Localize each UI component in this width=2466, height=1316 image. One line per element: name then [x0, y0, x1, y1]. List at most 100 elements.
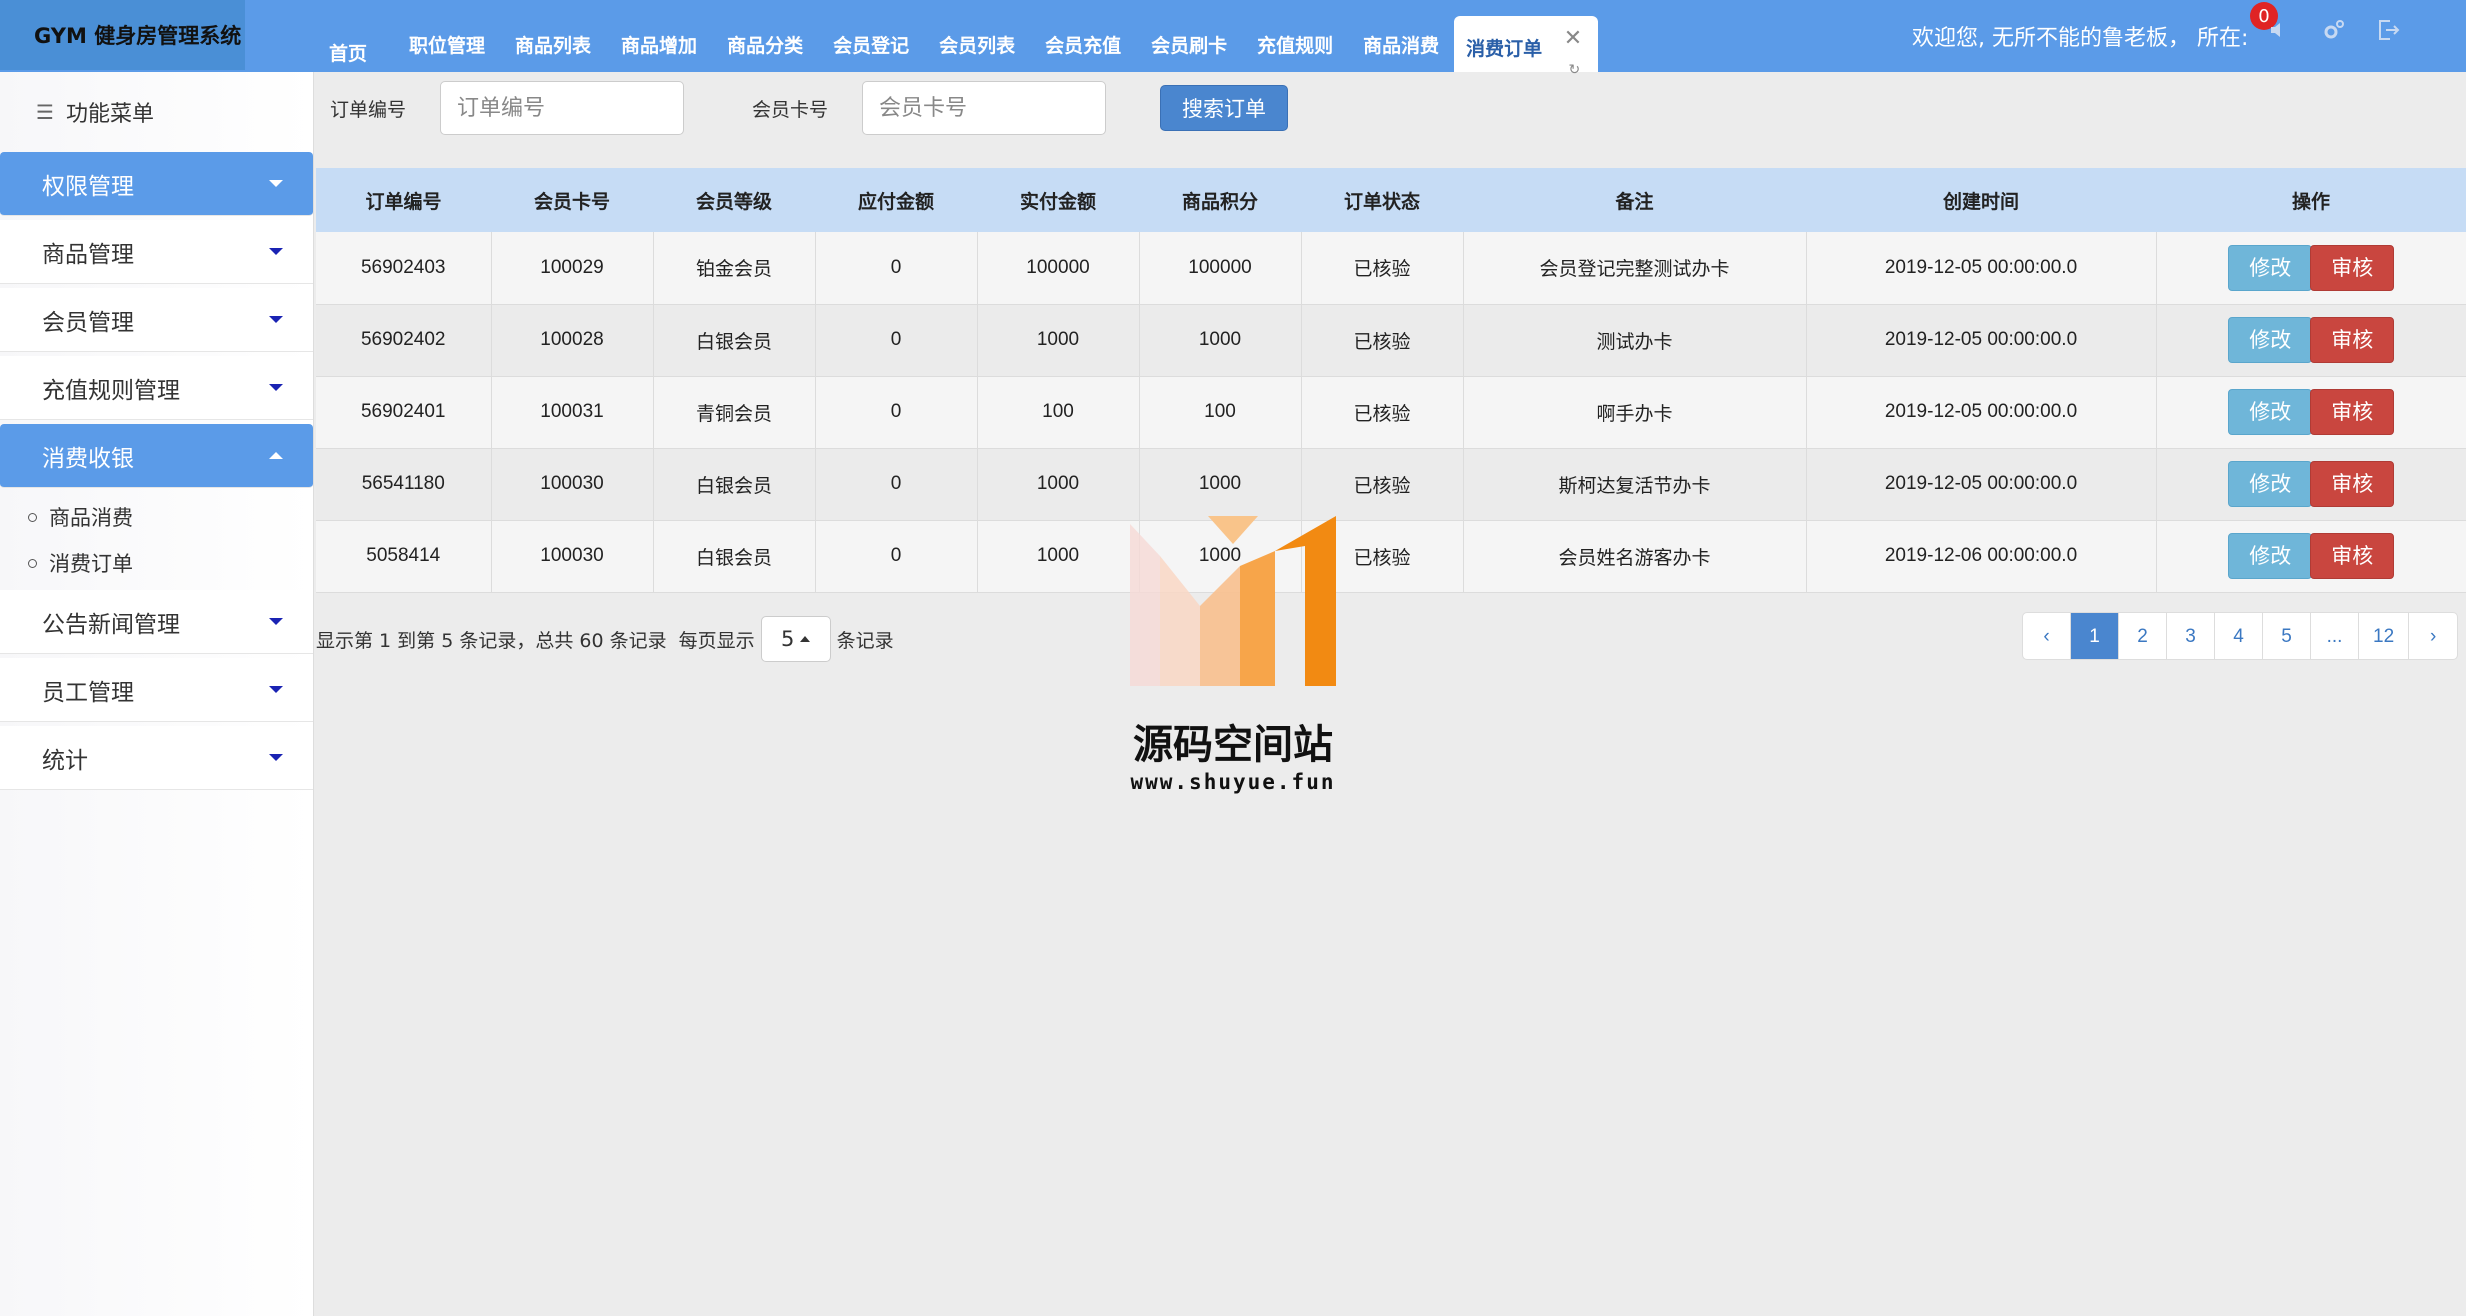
- edit-button[interactable]: 修改: [2228, 533, 2313, 579]
- top-icons: [2266, 16, 2402, 44]
- sidebar-item-statistics[interactable]: 统计: [0, 726, 313, 790]
- watermark-logo: [1130, 516, 1336, 686]
- sidebar-item-permissions[interactable]: 权限管理: [0, 152, 313, 216]
- column-header: 备注: [1615, 190, 1654, 213]
- cell-actions: 修改 审核: [2156, 232, 2466, 305]
- pagination-suffix: 条记录: [836, 629, 894, 652]
- page-1[interactable]: 1: [2071, 613, 2119, 659]
- audit-button[interactable]: 审核: [2310, 317, 2395, 363]
- cell-amount-due: 0: [815, 376, 978, 449]
- cell-remark: 会员登记完整测试办卡: [1463, 232, 1807, 305]
- column-header: 操作: [2291, 190, 2330, 213]
- audit-button[interactable]: 审核: [2310, 389, 2395, 435]
- page-size-select[interactable]: 5: [760, 616, 831, 662]
- cell-status: 已核验: [1301, 232, 1464, 305]
- caret-down-icon: [269, 316, 283, 323]
- tab-home[interactable]: 首页: [314, 39, 382, 72]
- cell-order-number: 56541180: [316, 448, 492, 521]
- audit-button[interactable]: 审核: [2310, 244, 2395, 291]
- tab-member-swipe[interactable]: 会员刷卡: [1136, 31, 1242, 72]
- column-header: 创建时间: [1942, 190, 2019, 213]
- cell-card-number: 100030: [491, 520, 654, 593]
- sidebar-item-label: 权限管理: [42, 173, 134, 200]
- page-3[interactable]: 3: [2167, 613, 2215, 659]
- cell-order-number: 56902403: [316, 232, 492, 305]
- cell-amount-paid: 100000: [977, 232, 1140, 305]
- cell-actions: 修改 审核: [2156, 376, 2466, 449]
- tab-member-list[interactable]: 会员列表: [924, 31, 1030, 72]
- search-bar: 订单编号 会员卡号 搜索订单: [330, 80, 1289, 136]
- page-4[interactable]: 4: [2215, 613, 2263, 659]
- sidebar-item-announcements[interactable]: 公告新闻管理: [0, 590, 313, 654]
- top-bar: GYM 健身房管理系统 首页 职位管理 商品列表 商品增加 商品分类 会员登记 …: [0, 0, 2466, 78]
- audit-button[interactable]: 审核: [2310, 461, 2395, 507]
- logout-icon[interactable]: [2374, 16, 2402, 44]
- cell-order-number: 56902402: [316, 304, 492, 377]
- tab-product-category[interactable]: 商品分类: [712, 31, 818, 72]
- cell-order-number: 56902401: [316, 376, 492, 449]
- page-ellipsis: ...: [2311, 613, 2359, 659]
- cell-remark: 啊手办卡: [1463, 376, 1807, 449]
- tab-consume-orders[interactable]: 消费订单 ✕ ↻: [1454, 16, 1599, 78]
- sidebar-subitem-label: 商品消费: [49, 506, 133, 530]
- menu-title-label: 功能菜单: [65, 102, 154, 127]
- menu-title: ☰ 功能菜单: [0, 72, 313, 152]
- cell-points: 1000: [1139, 304, 1302, 377]
- cell-amount-paid: 1000: [977, 520, 1140, 593]
- gear-icon[interactable]: [2320, 16, 2348, 44]
- cell-member-level: 铂金会员: [653, 232, 816, 305]
- sidebar-item-label: 公告新闻管理: [42, 611, 180, 638]
- bullet-icon: [28, 512, 37, 522]
- tab-position[interactable]: 职位管理: [394, 31, 500, 72]
- caret-up-icon: [269, 452, 283, 459]
- sidebar-subitem-product-consume[interactable]: 商品消费: [0, 494, 313, 540]
- tab-member-register[interactable]: 会员登记: [818, 31, 924, 72]
- caret-down-icon: [269, 384, 283, 391]
- cell-member-level: 青铜会员: [653, 376, 816, 449]
- tab-product-consume[interactable]: 商品消费: [1348, 31, 1454, 72]
- cell-status: 已核验: [1301, 304, 1464, 377]
- cell-amount-due: 0: [815, 304, 978, 377]
- card-number-input[interactable]: [862, 81, 1107, 135]
- page-prev[interactable]: ‹: [2023, 613, 2071, 659]
- refresh-icon[interactable]: ↻: [1568, 62, 1580, 78]
- cell-card-number: 100029: [491, 232, 654, 305]
- close-icon[interactable]: ✕: [1564, 26, 1582, 51]
- edit-button[interactable]: 修改: [2228, 461, 2313, 507]
- page-size-value: 5: [780, 627, 795, 651]
- pagination-summary: 显示第 1 到第 5 条记录，总共 60 条记录 每页显示 5 条记录: [316, 616, 894, 662]
- page-5[interactable]: 5: [2263, 613, 2311, 659]
- sidebar-item-label: 统计: [42, 747, 88, 774]
- speaker-icon[interactable]: [2266, 16, 2294, 44]
- edit-button[interactable]: 修改: [2228, 244, 2313, 291]
- sidebar-item-members[interactable]: 会员管理: [0, 288, 313, 352]
- search-orders-button[interactable]: 搜索订单: [1160, 85, 1289, 131]
- sidebar-item-products[interactable]: 商品管理: [0, 220, 313, 284]
- page-next[interactable]: ›: [2409, 613, 2457, 659]
- sidebar-subitem-consume-orders[interactable]: 消费订单: [0, 540, 313, 586]
- sidebar-item-recharge-rules[interactable]: 充值规则管理: [0, 356, 313, 420]
- page-12[interactable]: 12: [2359, 613, 2410, 659]
- tab-product-list[interactable]: 商品列表: [500, 31, 606, 72]
- table-header-row: 订单编号 会员卡号 会员等级 应付金额 实付金额 商品积分 订单状态 备注 创建…: [316, 168, 2466, 232]
- welcome-text: 欢迎您, 无所不能的鲁老板， 所在:: [1912, 26, 2249, 51]
- cell-created-time: 2019-12-06 00:00:00.0: [1806, 520, 2157, 593]
- column-header: 会员等级: [695, 190, 772, 213]
- page-2[interactable]: 2: [2119, 613, 2167, 659]
- sidebar-item-staff[interactable]: 员工管理: [0, 658, 313, 722]
- sidebar-item-label: 员工管理: [42, 679, 134, 706]
- sidebar-item-cashier[interactable]: 消费收银: [0, 424, 313, 488]
- caret-down-icon: [269, 180, 283, 187]
- sidebar: ☰ 功能菜单 权限管理 商品管理 会员管理 充值规则管理 消费收银 商品消费 消…: [0, 72, 314, 1316]
- cell-amount-due: 0: [815, 520, 978, 593]
- audit-button[interactable]: 审核: [2310, 533, 2395, 579]
- cell-status: 已核验: [1301, 448, 1464, 521]
- edit-button[interactable]: 修改: [2228, 317, 2313, 363]
- tab-product-add[interactable]: 商品增加: [606, 31, 712, 72]
- cell-points: 100: [1139, 376, 1302, 449]
- tab-recharge-rules[interactable]: 充值规则: [1242, 31, 1348, 72]
- order-number-input[interactable]: [440, 81, 685, 135]
- edit-button[interactable]: 修改: [2228, 389, 2313, 435]
- caret-down-icon: [269, 754, 283, 761]
- tab-member-recharge[interactable]: 会员充值: [1030, 31, 1136, 72]
